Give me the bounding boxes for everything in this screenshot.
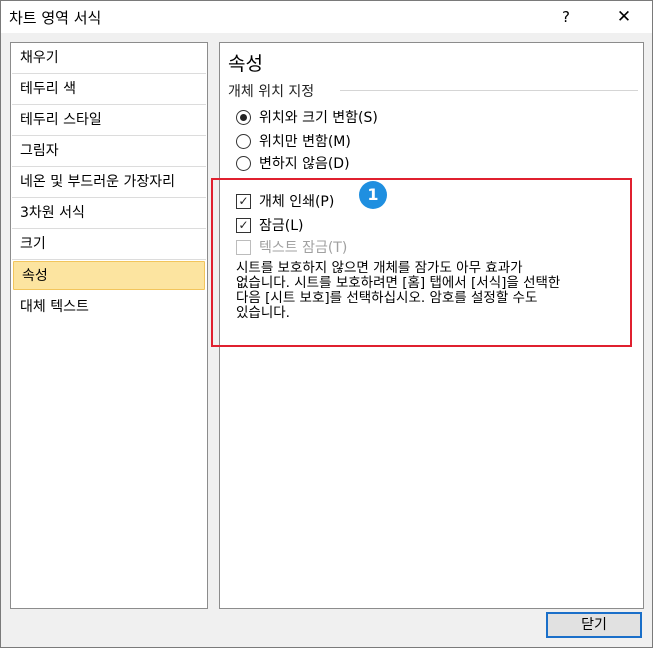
radio-label: 변하지 않음(D) [259,156,350,172]
nav-item-label: 대체 텍스트 [20,299,89,315]
nav-item-label: 채우기 [20,50,59,66]
nav-item-fill[interactable]: 채우기 [12,43,206,74]
section-title: 속성 [228,53,263,75]
nav-item-label: 테두리 스타일 [20,112,102,128]
nav-item-border-style[interactable]: 테두리 스타일 [12,105,206,136]
title-bar: 차트 영역 서식 ? ✕ [1,1,652,33]
nav-item-alt-text[interactable]: 대체 텍스트 [12,292,206,323]
nav-item-border-color[interactable]: 테두리 색 [12,74,206,105]
category-list: 채우기 테두리 색 테두리 스타일 그림자 네온 및 부드러운 가장자리 3차원… [10,42,208,609]
group-divider [340,90,638,91]
annotation-highlight-box [211,178,632,347]
radio-label: 위치만 변함(M) [259,134,351,150]
position-group-label: 개체 위치 지정 [228,81,321,101]
radio-move-and-size[interactable]: 위치와 크기 변함(S) [236,107,378,127]
radio-dont-move[interactable]: 변하지 않음(D) [236,153,350,173]
nav-item-label: 테두리 색 [20,81,76,97]
close-button[interactable]: 닫기 [546,612,642,638]
nav-item-label: 속성 [22,268,48,284]
radio-move-only[interactable]: 위치만 변함(M) [236,131,351,151]
help-button[interactable]: ? [549,1,583,33]
nav-item-label: 그림자 [20,143,59,159]
nav-item-label: 크기 [20,236,46,252]
nav-item-3d-format[interactable]: 3차원 서식 [12,198,206,229]
nav-item-label: 3차원 서식 [20,205,85,221]
dialog-title: 차트 영역 서식 [9,9,102,27]
annotation-number-badge: 1 [359,181,387,209]
close-icon[interactable]: ✕ [601,1,647,33]
nav-item-size[interactable]: 크기 [12,229,206,260]
radio-label: 위치와 크기 변함(S) [259,110,378,126]
nav-item-label: 네온 및 부드러운 가장자리 [20,174,176,190]
format-chart-area-dialog: 차트 영역 서식 ? ✕ 채우기 테두리 색 테두리 스타일 그림자 네온 및 … [0,0,653,648]
radio-button[interactable] [236,109,251,125]
nav-item-glow-soft-edges[interactable]: 네온 및 부드러운 가장자리 [12,167,206,198]
nav-item-properties[interactable]: 속성 [13,261,205,290]
nav-item-shadow[interactable]: 그림자 [12,136,206,167]
radio-button[interactable] [236,133,251,149]
radio-button[interactable] [236,155,251,171]
